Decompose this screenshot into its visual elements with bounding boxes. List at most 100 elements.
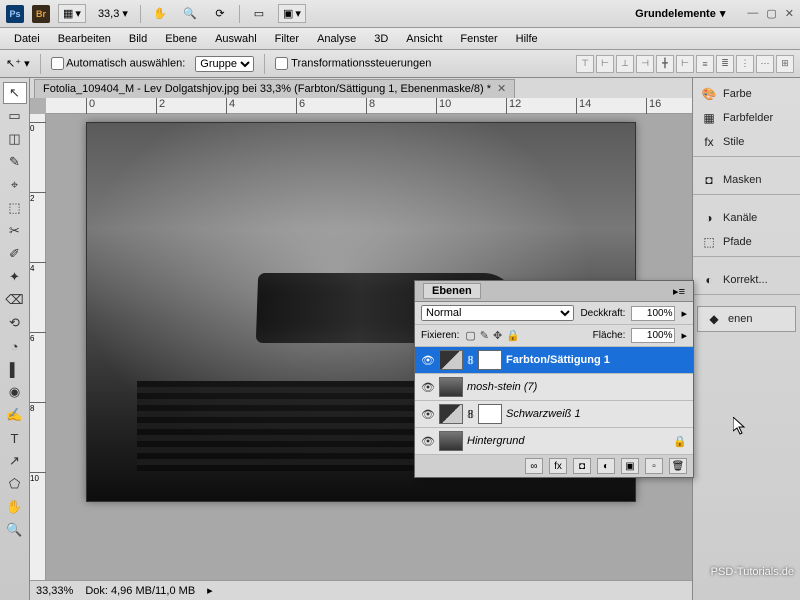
menu-analyse[interactable]: Analyse xyxy=(309,30,364,48)
visibility-toggle-icon[interactable]: 👁 xyxy=(421,381,435,394)
hand-tool-icon[interactable]: ✋ xyxy=(149,4,171,24)
move-tool-indicator[interactable]: ↖⁺ ▾ xyxy=(6,57,30,70)
opacity-input[interactable]: 100% xyxy=(631,306,675,321)
layer-name[interactable]: Schwarzweiß 1 xyxy=(506,408,687,420)
visibility-toggle-icon[interactable]: 👁 xyxy=(421,354,435,367)
pen-tool[interactable]: ✍ xyxy=(3,404,27,426)
screen-mode-icon[interactable]: ▭ xyxy=(248,4,270,24)
lasso-tool[interactable]: ◫ xyxy=(3,128,27,150)
delete-layer-button[interactable]: 🗑 xyxy=(669,458,687,474)
auto-select-checkbox[interactable]: Automatisch auswählen: xyxy=(51,57,186,70)
gradient-tool[interactable]: ◔ xyxy=(3,335,27,357)
align-right-button[interactable]: ⊢ xyxy=(676,55,694,73)
marquee-tool[interactable]: ▭ xyxy=(3,105,27,127)
rotate-view-icon[interactable]: ⟳ xyxy=(209,4,231,24)
menu-ansicht[interactable]: Ansicht xyxy=(398,30,450,48)
menu-3d[interactable]: 3D xyxy=(366,30,396,48)
menu-filter[interactable]: Filter xyxy=(267,30,307,48)
close-button[interactable]: ✕ xyxy=(785,7,794,20)
layer-name[interactable]: mosh-stein (7) xyxy=(467,381,687,393)
transform-controls-checkbox[interactable]: Transformationssteuerungen xyxy=(275,57,431,70)
layer-thumbnail[interactable] xyxy=(439,404,463,424)
link-layers-button[interactable]: ∞ xyxy=(525,458,543,474)
distribute-v-button[interactable]: ≣ xyxy=(716,55,734,73)
panel-korrekturen[interactable]: ◐Korrekt... xyxy=(693,268,800,292)
minimize-button[interactable]: — xyxy=(747,7,758,20)
status-info-dropdown[interactable]: ▸ xyxy=(207,584,213,597)
layer-mask-thumbnail[interactable] xyxy=(478,350,502,370)
align-top-button[interactable]: ⊤ xyxy=(576,55,594,73)
menu-bild[interactable]: Bild xyxy=(121,30,155,48)
menu-datei[interactable]: Datei xyxy=(6,30,48,48)
layers-panel[interactable]: Ebenen ▸≡ Normal Deckkraft: 100%▸ Fixier… xyxy=(414,280,694,478)
layer-row[interactable]: 👁 mosh-stein (7) xyxy=(415,374,693,401)
move-tool[interactable]: ↖ xyxy=(3,82,27,104)
align-left-button[interactable]: ⊣ xyxy=(636,55,654,73)
panel-masken[interactable]: ◘Masken xyxy=(693,168,800,192)
layers-panel-header[interactable]: Ebenen ▸≡ xyxy=(415,281,693,302)
layer-thumbnail[interactable] xyxy=(439,377,463,397)
eraser-tool[interactable]: ⟲ xyxy=(3,312,27,334)
panel-menu-icon[interactable]: ▸≡ xyxy=(673,285,685,298)
lock-transparency-icon[interactable]: ▢ xyxy=(465,329,475,342)
close-tab-icon[interactable]: ✕ xyxy=(497,82,506,95)
lock-pixels-icon[interactable]: ✎ xyxy=(480,329,489,342)
bridge-logo-icon[interactable]: Br xyxy=(32,5,50,23)
link-icon[interactable]: 𝟠 xyxy=(467,354,474,367)
new-layer-button[interactable]: ▫ xyxy=(645,458,663,474)
status-zoom[interactable]: 33,33% xyxy=(36,585,73,597)
view-arrange-dropdown[interactable]: ▦ ▾ xyxy=(58,4,86,23)
clone-stamp-tool[interactable]: ✦ xyxy=(3,266,27,288)
document-tab[interactable]: Fotolia_109404_M - Lev Dolgatshjov.jpg b… xyxy=(34,79,515,98)
type-tool[interactable]: T xyxy=(3,427,27,449)
menu-ebene[interactable]: Ebene xyxy=(157,30,205,48)
layer-row[interactable]: 👁 𝟠 Schwarzweiß 1 xyxy=(415,401,693,428)
auto-select-target[interactable]: Gruppe xyxy=(195,56,254,72)
layer-thumbnail[interactable] xyxy=(439,431,463,451)
panel-pfade[interactable]: ⬚Pfade xyxy=(693,230,800,254)
add-mask-button[interactable]: ◘ xyxy=(573,458,591,474)
align-hcenter-button[interactable]: ╋ xyxy=(656,55,674,73)
layer-mask-thumbnail[interactable] xyxy=(478,404,502,424)
workspace-switcher[interactable]: Grundelemente ▾ xyxy=(635,7,725,20)
zoom-level-select[interactable]: 33,3 ▾ xyxy=(94,6,132,21)
visibility-toggle-icon[interactable]: 👁 xyxy=(421,435,435,448)
visibility-toggle-icon[interactable]: 👁 xyxy=(421,408,435,421)
auto-align-button[interactable]: ⊞ xyxy=(776,55,794,73)
crop-tool[interactable]: ⌖ xyxy=(3,174,27,196)
maximize-button[interactable]: ▢ xyxy=(766,7,776,20)
menu-hilfe[interactable]: Hilfe xyxy=(508,30,546,48)
new-adjustment-button[interactable]: ◐ xyxy=(597,458,615,474)
link-icon[interactable]: 𝟠 xyxy=(467,408,474,421)
layer-row[interactable]: 👁 𝟠 Farbton/Sättigung 1 xyxy=(415,347,693,374)
menu-fenster[interactable]: Fenster xyxy=(452,30,505,48)
history-brush-tool[interactable]: ⌫ xyxy=(3,289,27,311)
lock-position-icon[interactable]: ✥ xyxy=(493,329,502,342)
panel-farbfelder[interactable]: ▦Farbfelder xyxy=(693,106,800,130)
panel-ebenen[interactable]: ◆enen xyxy=(697,306,796,332)
path-selection-tool[interactable]: ↗ xyxy=(3,450,27,472)
blend-mode-select[interactable]: Normal xyxy=(421,305,574,321)
eyedropper-tool[interactable]: ⬚ xyxy=(3,197,27,219)
menu-auswahl[interactable]: Auswahl xyxy=(207,30,265,48)
blur-tool[interactable]: ▌ xyxy=(3,358,27,380)
lock-all-icon[interactable]: 🔒 xyxy=(506,329,520,342)
menu-bearbeiten[interactable]: Bearbeiten xyxy=(50,30,119,48)
layer-name[interactable]: Hintergrund xyxy=(467,435,669,447)
shape-tool[interactable]: ⬠ xyxy=(3,473,27,495)
distribute-h2-button[interactable]: ⋯ xyxy=(756,55,774,73)
healing-brush-tool[interactable]: ✂ xyxy=(3,220,27,242)
magic-wand-tool[interactable]: ✎ xyxy=(3,151,27,173)
layer-style-button[interactable]: fx xyxy=(549,458,567,474)
panel-stile[interactable]: fxStile xyxy=(693,130,800,154)
distribute-v2-button[interactable]: ⋮ xyxy=(736,55,754,73)
zoom-tool[interactable]: 🔍 xyxy=(3,519,27,541)
fill-input[interactable]: 100% xyxy=(631,328,675,343)
layer-row[interactable]: 👁 Hintergrund 🔒 xyxy=(415,428,693,455)
hand-tool[interactable]: ✋ xyxy=(3,496,27,518)
layer-thumbnail[interactable] xyxy=(439,350,463,370)
distribute-h-button[interactable]: ≡ xyxy=(696,55,714,73)
arrange-documents-dropdown[interactable]: ▣ ▾ xyxy=(278,4,306,23)
panel-farbe[interactable]: 🎨Farbe xyxy=(693,82,800,106)
new-group-button[interactable]: ▣ xyxy=(621,458,639,474)
